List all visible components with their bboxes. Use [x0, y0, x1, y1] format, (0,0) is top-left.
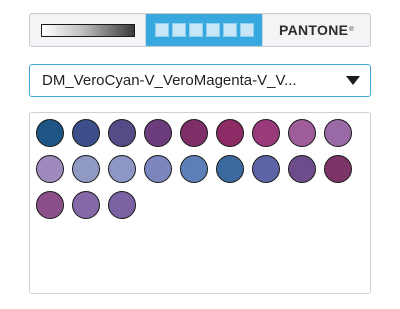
tab-pantone[interactable]: PANTONE ®: [262, 14, 370, 46]
color-swatch[interactable]: [180, 119, 208, 147]
tab-gradient[interactable]: [30, 14, 146, 46]
swatch-grid-icon-cell: [171, 23, 186, 37]
swatch-grid: [36, 119, 352, 219]
color-swatch[interactable]: [324, 155, 352, 183]
color-swatch[interactable]: [72, 155, 100, 183]
color-mode-tabbar: PANTONE ®: [29, 13, 371, 47]
color-swatch[interactable]: [252, 155, 280, 183]
caret-down-icon[interactable]: [346, 76, 360, 85]
color-swatch[interactable]: [180, 155, 208, 183]
swatch-grid-icon-cell: [188, 23, 203, 37]
color-swatch[interactable]: [216, 155, 244, 183]
color-swatch[interactable]: [72, 191, 100, 219]
pantone-label: PANTONE: [279, 22, 349, 38]
swatch-grid-icon-cell: [205, 23, 220, 37]
color-swatch[interactable]: [36, 191, 64, 219]
color-swatch[interactable]: [252, 119, 280, 147]
swatch-grid-icon: [154, 23, 169, 37]
color-swatch[interactable]: [144, 119, 172, 147]
color-swatch[interactable]: [36, 119, 64, 147]
color-library-value: DM_VeroCyan-V_VeroMagenta-V_V...: [42, 72, 297, 89]
color-swatch[interactable]: [108, 155, 136, 183]
color-swatch[interactable]: [288, 119, 316, 147]
color-swatch[interactable]: [216, 119, 244, 147]
color-library-dropdown[interactable]: DM_VeroCyan-V_VeroMagenta-V_V...: [29, 64, 371, 97]
gradient-bar-icon: [40, 23, 135, 37]
swatch-grid-icon-cell: [239, 23, 254, 37]
swatch-grid-icon-cell: [222, 23, 237, 37]
color-swatch[interactable]: [288, 155, 316, 183]
pantone-registered-mark: ®: [349, 27, 354, 33]
color-swatch[interactable]: [324, 119, 352, 147]
color-swatch[interactable]: [108, 119, 136, 147]
swatch-palette: [29, 112, 371, 294]
color-swatch[interactable]: [36, 155, 64, 183]
color-swatch[interactable]: [144, 155, 172, 183]
color-swatch[interactable]: [108, 191, 136, 219]
color-swatch[interactable]: [72, 119, 100, 147]
tab-swatches[interactable]: [146, 14, 262, 46]
